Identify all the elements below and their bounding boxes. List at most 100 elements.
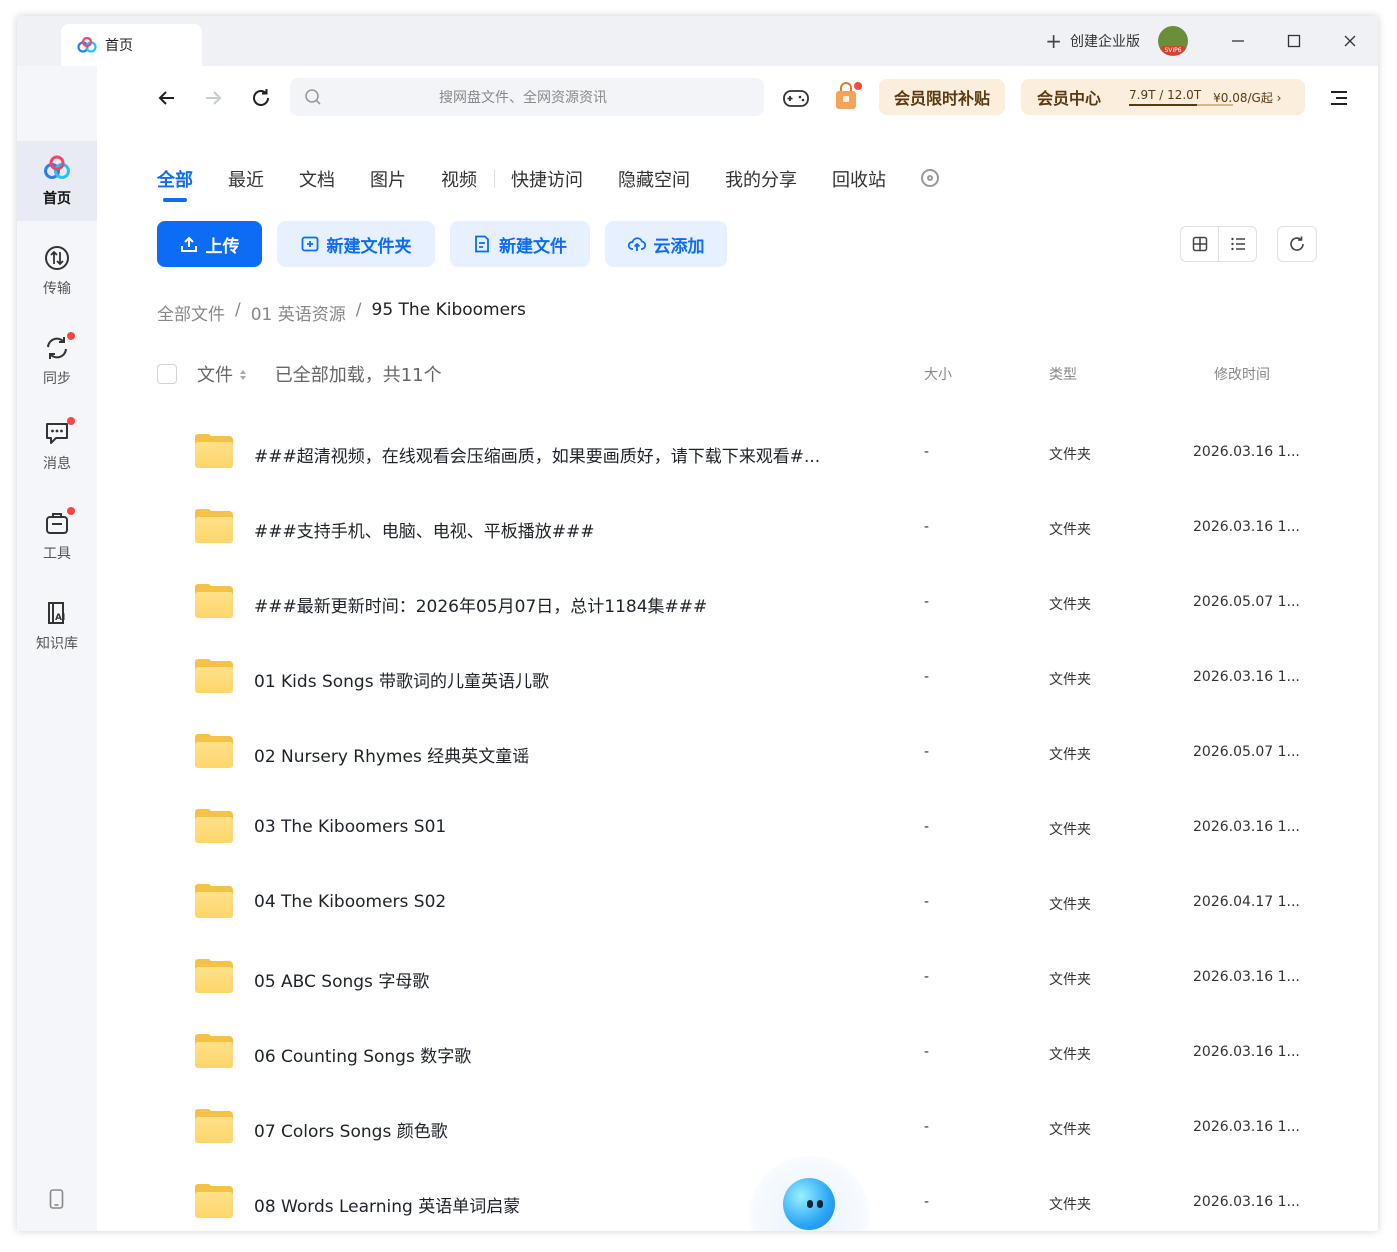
breadcrumb-root[interactable]: 全部文件	[157, 300, 225, 325]
file-size: -	[924, 969, 930, 985]
create-enterprise-button[interactable]: + 创建企业版	[1045, 31, 1140, 51]
table-row[interactable]: 03 The Kiboomers S01 - 文件夹 2026.03.16 1...	[157, 791, 1317, 866]
column-header-modified-time[interactable]: 修改时间	[1214, 364, 1270, 384]
file-size: -	[924, 1119, 930, 1135]
title-bar: 首页 + 创建企业版 SVIP6	[17, 16, 1378, 66]
sidebar-item-message[interactable]: 消息	[17, 406, 97, 486]
file-name[interactable]: 02 Nursery Rhymes 经典英文童谣	[254, 742, 529, 767]
file-name[interactable]: 08 Words Learning 英语单词启蒙	[254, 1192, 520, 1217]
sidebar-item-transfer[interactable]: 传输	[17, 231, 97, 311]
table-row[interactable]: ###超清视频，在线观看会压缩画质，如果要画质好，请下载下来观看#... - 文件夹…	[157, 416, 1317, 491]
close-button[interactable]	[1322, 16, 1378, 66]
tab-recycle-bin[interactable]: 回收站	[832, 166, 886, 192]
sidebar-item-home[interactable]: 首页	[17, 141, 97, 221]
breadcrumb: 全部文件 / 01 英语资源 / 95 The Kiboomers	[157, 300, 536, 325]
tab-images[interactable]: 图片	[370, 166, 406, 192]
folder-icon	[195, 584, 233, 618]
baidu-netdisk-logo-icon	[77, 37, 97, 53]
table-row[interactable]: 06 Counting Songs 数字歌 - 文件夹 2026.03.16 1...	[157, 1016, 1317, 1091]
refresh-list-button[interactable]	[1277, 226, 1317, 262]
refresh-icon[interactable]	[249, 86, 273, 110]
search-input[interactable]: 搜网盘文件、全网资源资讯	[290, 78, 764, 116]
maximize-button[interactable]	[1266, 16, 1322, 66]
cloud-add-button[interactable]: 云添加	[605, 221, 727, 267]
plus-icon: +	[1045, 29, 1062, 53]
grid-view-button[interactable]	[1181, 227, 1219, 261]
tab-my-shares[interactable]: 我的分享	[725, 166, 797, 192]
new-folder-label: 新建文件夹	[326, 236, 412, 257]
cloud-add-label: 云添加	[653, 236, 705, 257]
column-header-type[interactable]: 类型	[1049, 364, 1077, 384]
file-size: -	[924, 1044, 930, 1060]
file-name[interactable]: 05 ABC Songs 字母歌	[254, 967, 429, 992]
vip-center-button[interactable]: 会员中心 7.9T / 12.0T ¥0.08/G起 ›	[1021, 79, 1305, 115]
file-type: 文件夹	[1049, 672, 1091, 688]
table-row[interactable]: 01 Kids Songs 带歌词的儿童英语儿歌 - 文件夹 2026.03.16 1…	[157, 641, 1317, 716]
sidebar-item-sync[interactable]: 同步	[17, 321, 97, 401]
file-type: 文件夹	[1049, 897, 1091, 913]
tab-videos[interactable]: 视频	[441, 166, 477, 192]
file-name[interactable]: 06 Counting Songs 数字歌	[254, 1042, 471, 1067]
vip-limited-offer-button[interactable]: 会员限时补贴	[879, 79, 1005, 115]
sidebar-item-label: 同步	[43, 371, 71, 387]
table-row[interactable]: 04 The Kiboomers S02 - 文件夹 2026.04.17 1...	[157, 866, 1317, 941]
back-arrow-icon[interactable]	[155, 86, 179, 110]
file-name[interactable]: ###超清视频，在线观看会压缩画质，如果要画质好，请下载下来观看#...	[254, 442, 820, 467]
column-header-file[interactable]: 文件	[197, 361, 247, 387]
new-file-button[interactable]: 新建文件	[450, 221, 590, 267]
minimize-button[interactable]	[1210, 16, 1266, 66]
new-file-icon	[475, 235, 489, 253]
tab-documents[interactable]: 文档	[299, 166, 335, 192]
menu-icon[interactable]	[1327, 86, 1351, 110]
table-row[interactable]: 02 Nursery Rhymes 经典英文童谣 - 文件夹 2026.05.07 1…	[157, 716, 1317, 791]
table-row[interactable]: ###最新更新时间：2026年05月07日，总计1184集### - 文件夹 2026…	[157, 566, 1317, 641]
new-folder-button[interactable]: 新建文件夹	[277, 221, 435, 267]
file-size: -	[924, 519, 930, 535]
file-name[interactable]: 01 Kids Songs 带歌词的儿童英语儿歌	[254, 667, 549, 692]
toolbox-icon-wrap	[43, 507, 75, 537]
avatar[interactable]: SVIP6	[1158, 26, 1188, 56]
file-name[interactable]: 03 The Kiboomers S01	[254, 817, 446, 837]
column-header-size[interactable]: 大小	[924, 364, 952, 384]
phone-icon[interactable]	[49, 1189, 64, 1209]
select-all-checkbox[interactable]	[157, 364, 177, 384]
vip-center-label: 会员中心	[1037, 89, 1102, 108]
search-icon	[305, 89, 321, 105]
file-size: -	[924, 594, 930, 610]
breadcrumb-level1[interactable]: 01 英语资源	[251, 300, 346, 325]
assistant-eye	[817, 1200, 823, 1208]
tab-home[interactable]: 首页	[61, 24, 202, 66]
folder-icon	[195, 509, 233, 543]
tab-quick-access[interactable]: 快捷访问	[511, 166, 583, 192]
sidebar-item-label: 传输	[43, 281, 71, 297]
table-row[interactable]: 08 Words Learning 英语单词启蒙 - 文件夹 2026.03.16 1…	[157, 1166, 1317, 1231]
file-size: -	[924, 744, 930, 760]
upload-label: 上传	[205, 236, 240, 257]
file-name[interactable]: 04 The Kiboomers S02	[254, 892, 446, 912]
tab-recent[interactable]: 最近	[228, 166, 264, 192]
forward-arrow-icon[interactable]	[201, 86, 225, 110]
folder-icon	[195, 959, 233, 993]
ai-assistant-button[interactable]	[749, 1156, 869, 1231]
file-name[interactable]: 07 Colors Songs 颜色歌	[254, 1117, 448, 1142]
list-view-button[interactable]	[1219, 227, 1256, 261]
storage-quota: 7.9T / 12.0T	[1129, 88, 1234, 106]
main-content: 搜网盘文件、全网资源资讯 会员限时补贴 会员中心 7.9T / 12.0T ¥0…	[97, 66, 1378, 1231]
table-row[interactable]: ###支持手机、电脑、电视、平板播放### - 文件夹 2026.03.16 1...	[157, 491, 1317, 566]
gamepad-icon[interactable]	[782, 86, 810, 110]
table-row[interactable]: 05 ABC Songs 字母歌 - 文件夹 2026.03.16 1...	[157, 941, 1317, 1016]
gift-bag-button[interactable]	[832, 82, 862, 112]
search-placeholder: 搜网盘文件、全网资源资讯	[439, 90, 607, 106]
tab-settings-icon[interactable]	[921, 169, 939, 187]
sidebar-item-knowledge-base[interactable]: AI 知识库	[17, 586, 97, 666]
table-row[interactable]: 07 Colors Songs 颜色歌 - 文件夹 2026.03.16 1...	[157, 1091, 1317, 1166]
upload-button[interactable]: 上传	[157, 221, 262, 267]
message-icon-wrap	[43, 417, 75, 447]
tab-hidden-space[interactable]: 隐藏空间	[618, 166, 690, 192]
file-name[interactable]: ###支持手机、电脑、电视、平板播放###	[254, 517, 594, 542]
file-size: -	[924, 1194, 930, 1210]
file-name[interactable]: ###最新更新时间：2026年05月07日，总计1184集###	[254, 592, 707, 617]
notification-dot	[67, 507, 75, 515]
tab-all[interactable]: 全部	[157, 166, 193, 202]
sidebar-item-tools[interactable]: 工具	[17, 496, 97, 576]
